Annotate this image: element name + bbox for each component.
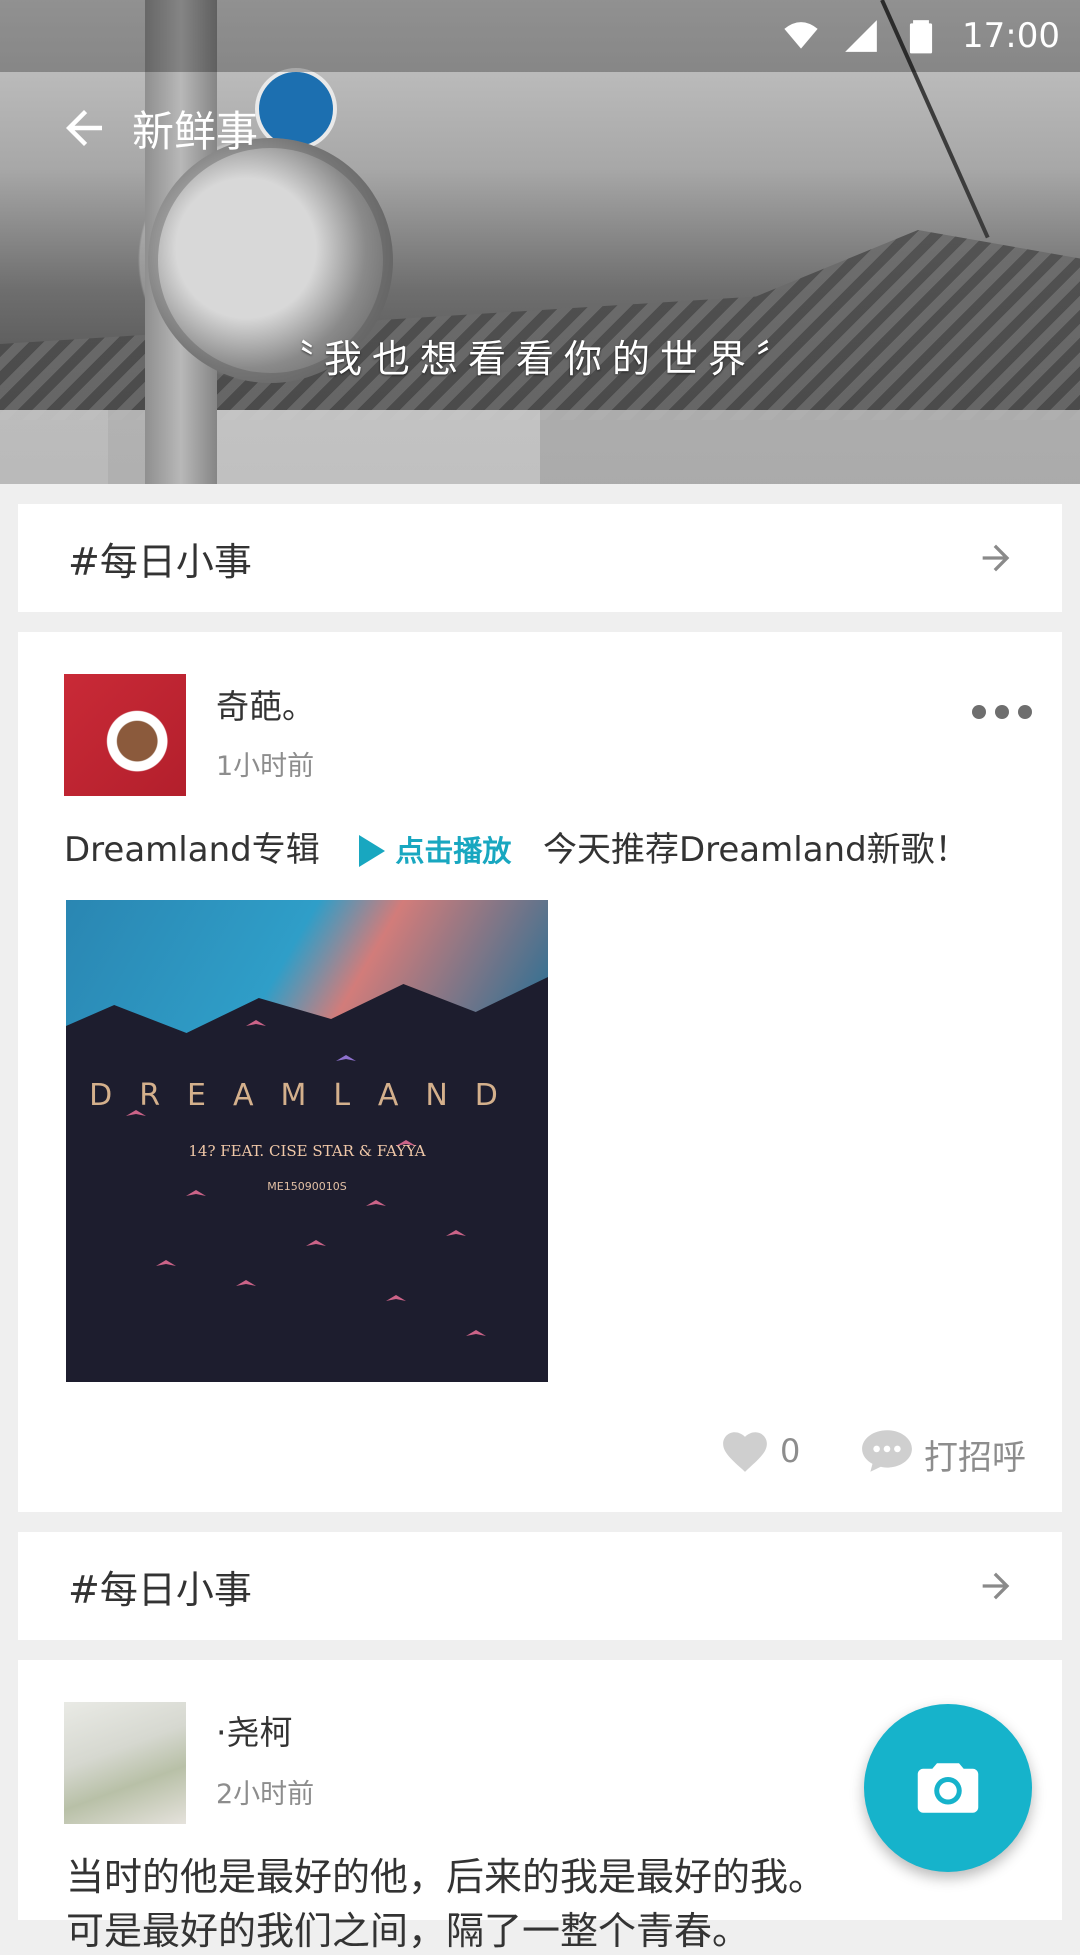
bird-shape (446, 1230, 466, 1236)
greet-button[interactable]: 打招呼 (924, 1430, 1026, 1479)
play-link[interactable]: 点击播放 (359, 834, 511, 868)
arrow-right-icon (982, 1572, 1010, 1600)
post-text-line: 可是最好的我们之间，隔了一整个青春。 (66, 1909, 751, 1953)
album-code: ME15090010S (267, 1180, 347, 1193)
more-options-button[interactable] (972, 702, 1032, 722)
album-label: Dreamland专辑 (64, 830, 320, 870)
bird-shape (366, 1200, 386, 1206)
arrow-left-icon (66, 110, 102, 146)
album-cover[interactable]: DREAMLAND 14? FEAT. CISE STAR & FAYYA ME… (66, 900, 548, 1382)
camera-fab-button[interactable] (864, 1704, 1032, 1872)
bird-shape (386, 1295, 406, 1301)
topic-title: #每日小事 (68, 1567, 252, 1612)
battery-icon (909, 20, 933, 54)
heart-icon[interactable] (720, 1428, 770, 1474)
dot-icon (972, 705, 986, 719)
avatar[interactable] (64, 1702, 186, 1824)
signal-icon (845, 20, 877, 52)
post-time: 2小时前 (216, 1779, 315, 1810)
post-text: 今天推荐Dreamland新歌！ (542, 830, 969, 870)
bird-shape (236, 1280, 256, 1286)
bird-shape (156, 1260, 176, 1266)
arrow-right-icon (982, 544, 1010, 572)
album-sky (66, 900, 548, 1033)
bird-shape (336, 1055, 356, 1061)
album-title: DREAMLAND (89, 1078, 525, 1113)
album-feat: 14? FEAT. CISE STAR & FAYYA (188, 1142, 426, 1160)
post-card: 奇葩。 1小时前 Dreamland专辑 点击播放 今天推荐Dreamland新… (18, 632, 1062, 1512)
like-count: 0 (780, 1432, 801, 1470)
toolbar: 新鲜事 (0, 72, 1080, 184)
post-text-line: 当时的他是最好的他，后来的我是最好的我。 (66, 1855, 827, 1899)
play-label: 点击播放 (395, 834, 512, 868)
chat-bubble-icon (862, 1430, 912, 1472)
post-username[interactable]: ·尧柯 (216, 1706, 293, 1754)
bird-shape (466, 1330, 486, 1336)
page-title: 新鲜事 (132, 106, 259, 156)
dot-icon (995, 705, 1009, 719)
topic-card[interactable]: #每日小事 (18, 1532, 1062, 1640)
bird-shape (306, 1240, 326, 1246)
post-content: Dreamland专辑 点击播放 今天推荐Dreamland新歌！ (64, 822, 969, 871)
dot-icon (1018, 705, 1032, 719)
status-bar: 17:00 (0, 0, 1080, 72)
play-icon (359, 835, 386, 867)
avatar[interactable] (64, 674, 186, 796)
wifi-icon (784, 22, 818, 49)
post-time: 1小时前 (216, 751, 315, 782)
hero-quote: 〝我也想看看你的世界〞 (275, 337, 804, 381)
status-time: 17:00 (962, 16, 1060, 56)
topic-card[interactable]: #每日小事 (18, 504, 1062, 612)
camera-icon (917, 1763, 979, 1813)
topic-title: #每日小事 (68, 539, 252, 584)
post-username[interactable]: 奇葩。 (216, 680, 315, 728)
bird-shape (246, 1020, 266, 1026)
back-button[interactable] (36, 80, 132, 176)
